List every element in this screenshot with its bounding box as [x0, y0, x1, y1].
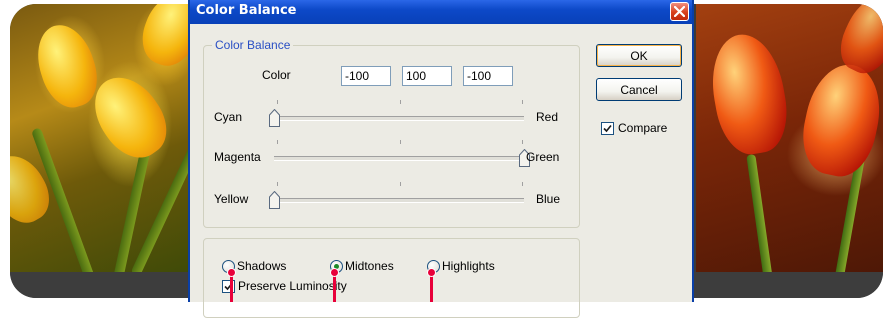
- color-balance-dialog: Color Balance Color Balance Color Cyan R…: [188, 0, 694, 318]
- color-label: Color: [262, 68, 291, 82]
- cyan-red-track[interactable]: [274, 116, 524, 121]
- ok-button[interactable]: OK: [596, 44, 682, 67]
- shadows-pointer-dot: [227, 268, 236, 277]
- shadows-pointer: [230, 274, 233, 302]
- magenta-green-level-input[interactable]: [402, 66, 452, 86]
- dialog-title: Color Balance: [196, 3, 297, 18]
- compare-checkbox[interactable]: [601, 122, 614, 135]
- dialog-titlebar[interactable]: Color Balance: [190, 0, 692, 24]
- yellow-blue-level-input[interactable]: [463, 66, 513, 86]
- magenta-green-track[interactable]: [274, 156, 524, 161]
- cyan-red-level-input[interactable]: [341, 66, 391, 86]
- cancel-button[interactable]: Cancel: [596, 78, 682, 101]
- close-icon: [674, 6, 685, 17]
- cyan-label: Cyan: [214, 110, 243, 124]
- midtones-label: Midtones: [345, 259, 394, 273]
- red-label: Red: [536, 110, 559, 124]
- preserve-luminosity-label: Preserve Luminosity: [238, 279, 347, 293]
- tone-balance-group: Shadows Midtones Highlights Preserve Lum…: [203, 238, 580, 318]
- green-label: Green: [526, 150, 560, 164]
- yellow-tulips-photo: [10, 4, 200, 272]
- midtones-pointer: [333, 274, 336, 302]
- group-legend: Color Balance: [212, 38, 294, 52]
- blue-label: Blue: [536, 192, 561, 206]
- cyan-red-thumb[interactable]: [268, 109, 280, 127]
- close-button[interactable]: [670, 2, 689, 21]
- magenta-label: Magenta: [214, 150, 261, 164]
- shadows-label: Shadows: [237, 259, 287, 273]
- checkmark-icon: [603, 124, 612, 133]
- preserve-luminosity-checkbox[interactable]: [222, 280, 235, 293]
- compare-label: Compare: [618, 121, 668, 135]
- yellow-label: Yellow: [214, 192, 249, 206]
- midtones-pointer-dot: [330, 268, 339, 277]
- highlights-pointer: [430, 274, 433, 302]
- yellow-blue-thumb[interactable]: [268, 191, 280, 209]
- yellow-blue-track[interactable]: [274, 198, 524, 203]
- highlights-pointer-dot: [427, 268, 436, 277]
- highlights-label: Highlights: [442, 259, 495, 273]
- color-balance-group: Color Balance Color Cyan Red Magenta: [203, 38, 580, 228]
- red-tulips-photo: [696, 4, 883, 272]
